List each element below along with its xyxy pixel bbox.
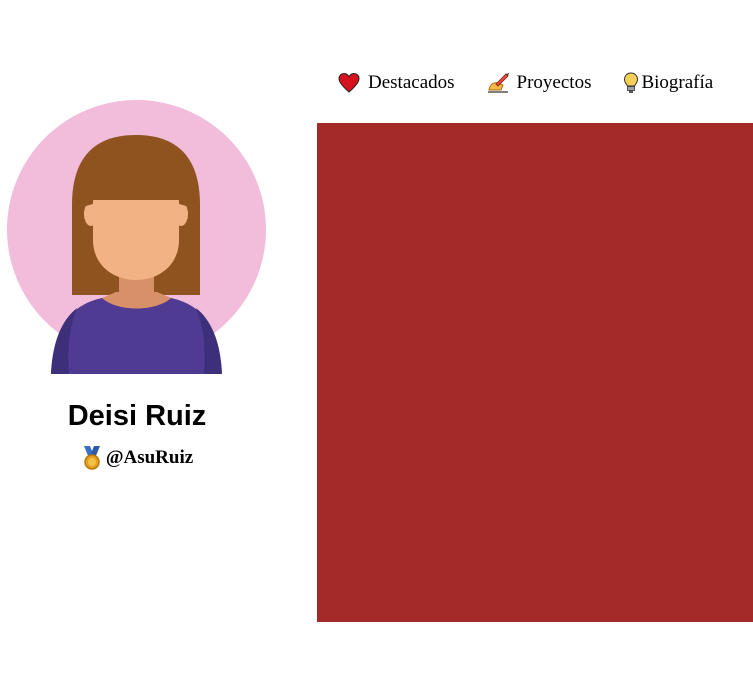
nav-item-destacados[interactable]: Destacados [338, 72, 455, 94]
profile-handle[interactable]: @AsuRuiz [0, 446, 274, 470]
medal-icon [83, 446, 100, 470]
lightbulb-icon [624, 72, 639, 93]
nav-item-label: Destacados [368, 72, 455, 93]
nav-item-biografia[interactable]: Biografía [623, 72, 713, 94]
page: Deisi Ruiz @AsuRuiz Destacados Proyectos [0, 0, 753, 681]
nav-item-proyectos[interactable]: Proyectos [487, 72, 592, 94]
profile-handle-text: @AsuRuiz [105, 447, 194, 468]
avatar [7, 100, 266, 374]
content-panel [317, 123, 753, 622]
profile-name: Deisi Ruiz [67, 400, 207, 432]
nav-item-label: Proyectos [516, 72, 592, 93]
heart-icon [338, 72, 360, 93]
main-nav: Destacados Proyectos Biografía [338, 72, 713, 94]
avatar-woman-icon [7, 100, 266, 374]
writing-hand-icon [487, 73, 509, 93]
nav-item-label: Biografía [641, 72, 714, 93]
